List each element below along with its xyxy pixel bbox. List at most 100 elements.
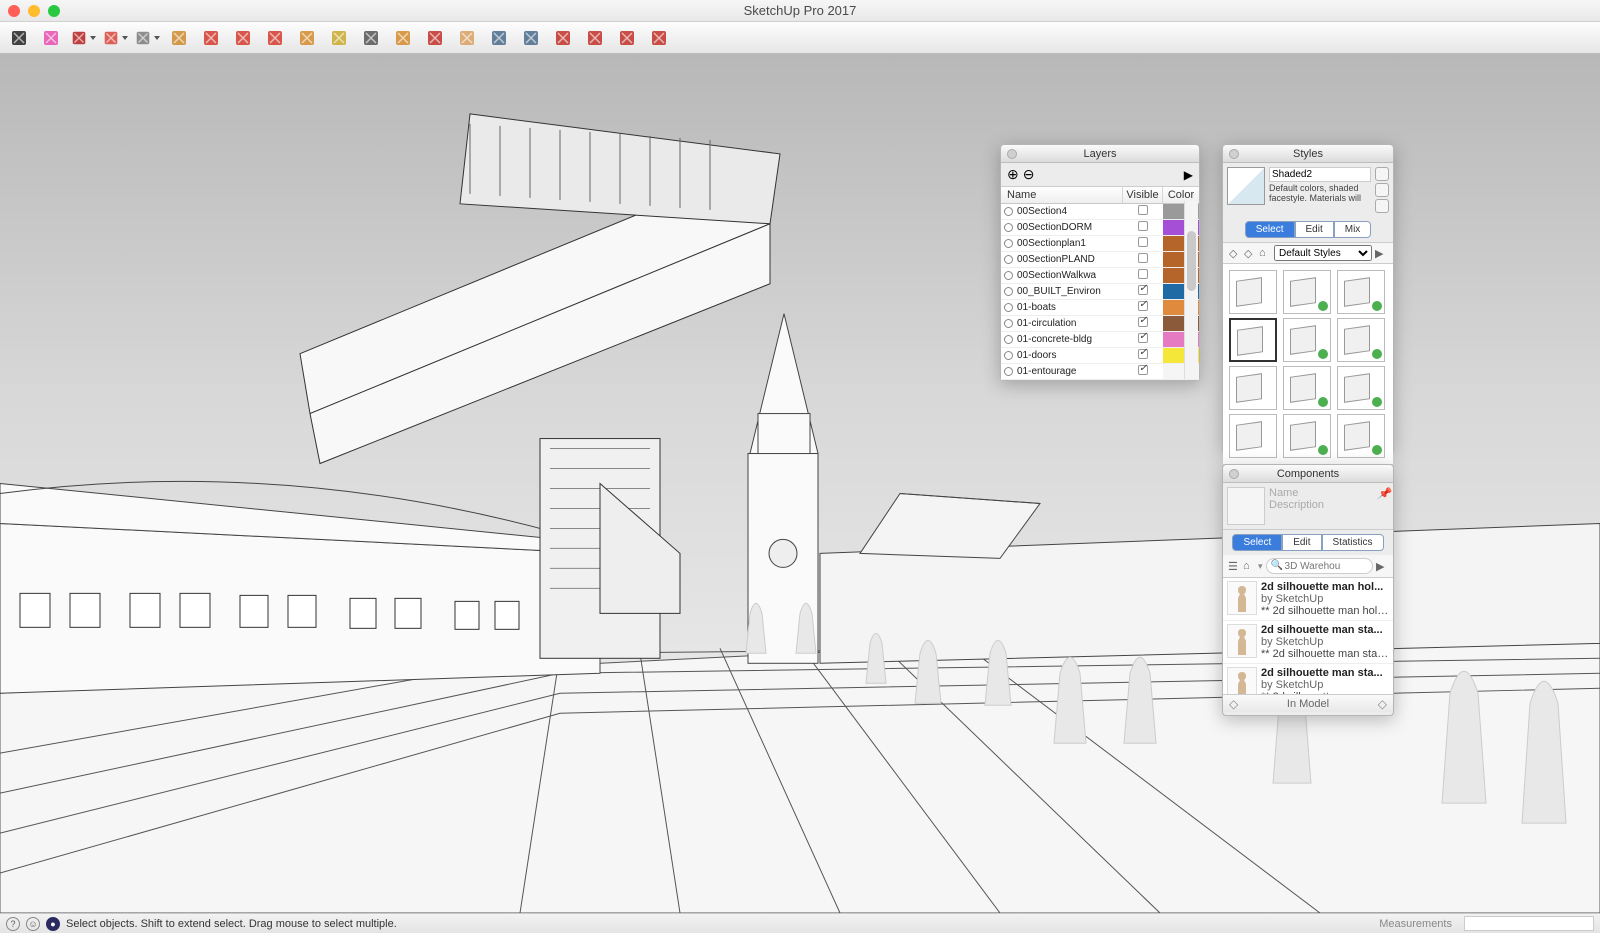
layer-active-radio[interactable] xyxy=(1001,335,1015,344)
layer-name[interactable]: 00_BUILT_Environ xyxy=(1015,286,1123,297)
layers-panel[interactable]: Layers ⊕ ⊖ ▶ Name Visible Color 00Sectio… xyxy=(1000,144,1200,381)
measurements-input[interactable] xyxy=(1464,916,1594,931)
3d-warehouse-tool[interactable] xyxy=(550,25,576,51)
ruby-tool[interactable] xyxy=(646,25,672,51)
geo-icon[interactable]: ● xyxy=(46,917,60,931)
window-minimize-button[interactable] xyxy=(28,5,40,17)
components-tab-select[interactable]: Select xyxy=(1232,534,1282,551)
remove-layer-button[interactable]: ⊖ xyxy=(1023,166,1035,183)
layers-menu-button[interactable]: ▶ xyxy=(1184,168,1193,182)
panel-close-icon[interactable] xyxy=(1229,469,1239,479)
layout-tool[interactable] xyxy=(614,25,640,51)
components-tab-statistics[interactable]: Statistics xyxy=(1322,534,1384,551)
layer-active-radio[interactable] xyxy=(1001,255,1015,264)
layer-visible-checkbox[interactable] xyxy=(1123,365,1163,378)
layer-visible-checkbox[interactable] xyxy=(1123,269,1163,282)
layer-row[interactable]: 00Sectionplan1 xyxy=(1001,236,1199,252)
layer-row[interactable]: 00SectionDORM xyxy=(1001,220,1199,236)
style-collection-select[interactable]: Default Styles xyxy=(1274,245,1372,261)
layer-row[interactable]: 00SectionWalkwa xyxy=(1001,268,1199,284)
nav-fwd-icon[interactable]: ◇ xyxy=(1244,247,1256,259)
eraser-tool[interactable] xyxy=(38,25,64,51)
components-panel[interactable]: Components Name Description 📌 SelectEdit… xyxy=(1222,464,1394,716)
layer-row[interactable]: 00_BUILT_Environ xyxy=(1001,284,1199,300)
layer-active-radio[interactable] xyxy=(1001,367,1015,376)
layer-active-radio[interactable] xyxy=(1001,223,1015,232)
layer-name[interactable]: 00SectionPLAND xyxy=(1015,254,1123,265)
col-visible[interactable]: Visible xyxy=(1123,187,1163,203)
styles-panel[interactable]: Styles Default colors, shaded facestyle.… xyxy=(1222,144,1394,454)
styles-tab-select[interactable]: Select xyxy=(1245,221,1295,238)
help-icon[interactable]: ? xyxy=(6,917,20,931)
layer-row[interactable]: 00Section4 xyxy=(1001,204,1199,220)
window-maximize-button[interactable] xyxy=(48,5,60,17)
style-thumbnail[interactable] xyxy=(1229,270,1277,314)
rectangle-tool[interactable] xyxy=(134,25,160,51)
layer-row[interactable]: 01-concrete-bldg xyxy=(1001,332,1199,348)
pan-tool[interactable] xyxy=(454,25,480,51)
extension-warehouse-tool[interactable] xyxy=(582,25,608,51)
tape-measure-tool[interactable] xyxy=(326,25,352,51)
text-tool[interactable] xyxy=(358,25,384,51)
layer-row[interactable]: 01-entourage xyxy=(1001,364,1199,380)
rotate-tool[interactable] xyxy=(262,25,288,51)
components-panel-header[interactable]: Components xyxy=(1223,465,1393,483)
layer-row[interactable]: 01-boats xyxy=(1001,300,1199,316)
style-update-button[interactable] xyxy=(1375,183,1389,197)
zoom-tool[interactable] xyxy=(486,25,512,51)
layers-column-headers[interactable]: Name Visible Color xyxy=(1001,187,1199,204)
style-thumbnail[interactable] xyxy=(1283,414,1331,458)
layer-visible-checkbox[interactable] xyxy=(1123,317,1163,330)
zoom-extents-tool[interactable] xyxy=(518,25,544,51)
style-thumbnail[interactable] xyxy=(1337,366,1385,410)
layer-name[interactable]: 00Section4 xyxy=(1015,206,1123,217)
layer-name[interactable]: 01-doors xyxy=(1015,350,1123,361)
style-refresh-button[interactable] xyxy=(1375,199,1389,213)
add-layer-button[interactable]: ⊕ xyxy=(1007,166,1019,183)
layer-visible-checkbox[interactable] xyxy=(1123,301,1163,314)
layer-name[interactable]: 00Sectionplan1 xyxy=(1015,238,1123,249)
nav-menu-icon[interactable]: ▶ xyxy=(1376,560,1388,572)
layers-panel-header[interactable]: Layers xyxy=(1001,145,1199,163)
layer-visible-checkbox[interactable] xyxy=(1123,285,1163,298)
nav-home-icon[interactable]: ⌂ xyxy=(1243,560,1255,572)
components-footer[interactable]: ◇ In Model ◇ xyxy=(1223,694,1393,712)
layer-active-radio[interactable] xyxy=(1001,239,1015,248)
panel-close-icon[interactable] xyxy=(1229,149,1239,159)
style-thumbnail[interactable] xyxy=(1229,318,1277,362)
style-thumbnail[interactable] xyxy=(1337,270,1385,314)
next-page-icon[interactable]: ◇ xyxy=(1378,697,1387,711)
layer-name[interactable]: 00SectionWalkwa xyxy=(1015,270,1123,281)
layer-name[interactable]: 00SectionDORM xyxy=(1015,222,1123,233)
style-thumbnail[interactable] xyxy=(1337,318,1385,362)
component-item[interactable]: 2d silhouette man sta...by SketchUp** 2d… xyxy=(1223,664,1393,694)
orbit-tool[interactable] xyxy=(422,25,448,51)
layer-name[interactable]: 01-entourage xyxy=(1015,366,1123,377)
component-pin-icon[interactable]: 📌 xyxy=(1377,487,1389,499)
scale-tool[interactable] xyxy=(294,25,320,51)
view-toggle-icon[interactable]: ☰ xyxy=(1228,560,1240,572)
arc-tool[interactable] xyxy=(102,25,128,51)
component-item[interactable]: 2d silhouette man sta...by SketchUp** 2d… xyxy=(1223,621,1393,664)
style-thumbnail[interactable] xyxy=(1229,414,1277,458)
styles-tab-mix[interactable]: Mix xyxy=(1334,221,1372,238)
layer-name[interactable]: 01-boats xyxy=(1015,302,1123,313)
layer-visible-checkbox[interactable] xyxy=(1123,333,1163,346)
layer-visible-checkbox[interactable] xyxy=(1123,221,1163,234)
style-preview-thumb[interactable] xyxy=(1227,167,1265,205)
layer-visible-checkbox[interactable] xyxy=(1123,349,1163,362)
layer-name[interactable]: 01-concrete-bldg xyxy=(1015,334,1123,345)
panel-close-icon[interactable] xyxy=(1007,149,1017,159)
col-name[interactable]: Name xyxy=(1001,187,1123,203)
component-item[interactable]: 2d silhouette man hol...by SketchUp** 2d… xyxy=(1223,578,1393,621)
layer-name[interactable]: 01-circulation xyxy=(1015,318,1123,329)
line-tool[interactable] xyxy=(70,25,96,51)
nav-back-icon[interactable]: ◇ xyxy=(1229,247,1241,259)
select-tool[interactable] xyxy=(6,25,32,51)
user-icon[interactable]: ☺ xyxy=(26,917,40,931)
layer-active-radio[interactable] xyxy=(1001,319,1015,328)
styles-panel-header[interactable]: Styles xyxy=(1223,145,1393,163)
style-thumbnail[interactable] xyxy=(1229,366,1277,410)
nav-menu-icon[interactable]: ▶ xyxy=(1375,247,1387,259)
layer-row[interactable]: 00SectionPLAND xyxy=(1001,252,1199,268)
